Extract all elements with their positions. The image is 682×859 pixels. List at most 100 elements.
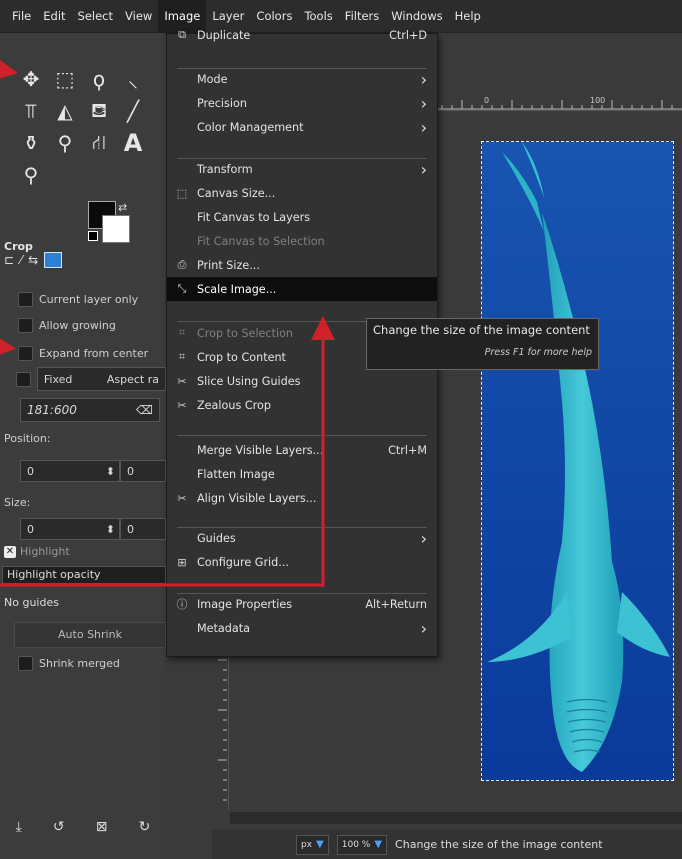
text-tool-icon[interactable]: A	[116, 127, 150, 159]
menu-item-transform[interactable]: Transform ›	[167, 157, 437, 181]
auto-shrink-button[interactable]: Auto Shrink	[14, 622, 166, 648]
menu-item-color-management[interactable]: Color Management ›	[167, 115, 437, 139]
ratio-value: 181:600	[27, 403, 77, 417]
statusbar: px ▼ 100 % ▼ Change the size of the image …	[212, 830, 682, 859]
highlight-option[interactable]: ✕ Highlight	[4, 545, 70, 558]
images-tab-icon[interactable]	[44, 252, 63, 268]
menu-item-fit-canvas-to-selection[interactable]: Fit Canvas to Selection	[167, 229, 437, 253]
menu-item-merge-visible-layers[interactable]: Merge Visible Layers... Ctrl+M	[167, 438, 437, 462]
size-w-field[interactable]: 0 ⬍	[20, 518, 120, 540]
image-canvas[interactable]	[481, 141, 674, 781]
menu-view[interactable]: View	[119, 0, 158, 33]
paintbrush-icon[interactable]: ╱	[116, 95, 150, 127]
menu-item-fit-canvas-to-layers[interactable]: Fit Canvas to Layers	[167, 205, 437, 229]
color-swatches[interactable]: ⇄	[88, 201, 136, 249]
menu-help[interactable]: Help	[449, 0, 487, 33]
spinner-icon[interactable]: ⬍	[106, 523, 115, 536]
menu-item-scale-image[interactable]: ⤡ Scale Image...	[167, 277, 437, 301]
fixed-dropdown[interactable]: Fixed Aspect ra	[36, 367, 166, 391]
shrink-merged-option[interactable]: Shrink merged	[18, 654, 120, 672]
menu-edit[interactable]: Edit	[37, 0, 71, 33]
chevron-down-icon: ▼	[374, 839, 383, 850]
tool-options-tab-icon[interactable]: ⊏	[4, 253, 14, 267]
menu-item-label: Precision	[197, 96, 247, 110]
crop-tool-icon[interactable]: ⫪	[14, 95, 48, 127]
horizontal-scrollbar[interactable]	[230, 812, 682, 824]
menu-item-label: Fit Canvas to Selection	[197, 234, 325, 248]
current-layer-only-option[interactable]: Current layer only	[18, 290, 138, 308]
unit-select[interactable]: px ▼	[296, 834, 329, 855]
delete-icon[interactable]: ⊠	[96, 819, 108, 835]
menu-item-image-properties[interactable]: ⓘ Image Properties Alt+Return	[167, 592, 437, 616]
lasso-icon[interactable]: ϙ	[82, 63, 116, 95]
highlight-checkbox[interactable]: ✕	[4, 545, 16, 558]
menu-item-label: Metadata	[197, 621, 250, 635]
rect-select-icon[interactable]: ⬚	[48, 63, 82, 95]
chevron-down-icon: ▼	[316, 839, 324, 850]
fuzzy-select-icon[interactable]: ⸜	[116, 63, 150, 95]
position-x-field[interactable]: 0 ⬍	[20, 460, 120, 482]
save-preset-icon[interactable]: ⤓	[16, 819, 22, 835]
menu-shortcut: Alt+Return	[365, 597, 427, 611]
ratio-field[interactable]: 181:600 ⌫	[20, 398, 160, 422]
menu-item-align-visible-layers[interactable]: ✂ Align Visible Layers...	[167, 486, 437, 510]
fixed-checkbox[interactable]	[16, 371, 31, 387]
spinner-icon[interactable]: ⬍	[106, 465, 115, 478]
swap-colors-icon[interactable]: ⇄	[118, 201, 127, 214]
canvas-size-icon: ⬚	[176, 186, 188, 200]
position-y-field[interactable]: 0	[120, 460, 166, 482]
checkbox[interactable]	[18, 317, 33, 333]
menu-select[interactable]: Select	[72, 0, 119, 33]
expand-from-center-option[interactable]: Expand from center	[18, 344, 148, 362]
aspect-label: Aspect ra	[106, 372, 159, 386]
restore-icon[interactable]: ↺	[53, 819, 65, 835]
menu-item-zealous-crop[interactable]: ✂ Zealous Crop	[167, 393, 437, 417]
background-color[interactable]	[102, 215, 130, 243]
menu-item-precision[interactable]: Precision ›	[167, 91, 437, 115]
menu-item-mode[interactable]: Mode ›	[167, 67, 437, 91]
zoom-select[interactable]: 100 % ▼	[336, 834, 388, 855]
position-y-value: 0	[127, 464, 134, 478]
device-status-tab-icon[interactable]: ⁄	[20, 253, 22, 267]
menu-item-guides[interactable]: Guides ›	[167, 526, 437, 550]
tools-grid: ✥ ⬚ ϙ ⸜ ⫪ ◭ ⛾ ╱ ⚱ ⚲ ⛙ A ⚲	[14, 63, 164, 191]
tool-options-title: Crop	[4, 240, 33, 253]
option-label: Current layer only	[39, 292, 139, 306]
menu-file[interactable]: File	[6, 0, 37, 33]
move-tool-icon[interactable]: ✥	[14, 63, 48, 95]
zoom-icon[interactable]: ⚲	[14, 159, 48, 191]
menu-item-duplicate[interactable]: ⧉ Duplicate Ctrl+D	[167, 23, 437, 47]
undo-history-tab-icon[interactable]: ⇆	[28, 253, 38, 267]
menu-item-label: Slice Using Guides	[197, 374, 301, 388]
menu-item-slice-using-guides[interactable]: ✂ Slice Using Guides	[167, 369, 437, 393]
menu-item-configure-grid[interactable]: ⊞ Configure Grid...	[167, 550, 437, 574]
size-h-field[interactable]: 0	[120, 518, 166, 540]
clear-icon[interactable]: ⌫	[136, 403, 153, 417]
zoom-value: 100 %	[341, 839, 371, 850]
menu-item-label: Guides	[197, 531, 236, 545]
checkbox[interactable]	[18, 345, 33, 361]
bucket-fill-icon[interactable]: ⛾	[82, 95, 116, 127]
menu-item-label: Align Visible Layers...	[197, 491, 317, 505]
highlight-opacity-slider[interactable]: Highlight opacity	[2, 566, 166, 584]
checkbox[interactable]	[18, 655, 33, 671]
checkbox[interactable]	[18, 291, 33, 307]
print-size-icon: ⎙	[177, 258, 187, 271]
guides-dropdown[interactable]: No guides	[2, 592, 168, 614]
menu-item-print-size[interactable]: ⎙ Print Size...	[167, 253, 437, 277]
chevron-right-icon: ›	[420, 159, 427, 179]
menu-item-label: Flatten Image	[197, 467, 275, 481]
reset-icon[interactable]: ↻	[139, 819, 151, 835]
menu-item-flatten-image[interactable]: Flatten Image	[167, 462, 437, 486]
reset-colors-icon[interactable]	[88, 231, 98, 241]
menu-item-label: Fit Canvas to Layers	[197, 210, 311, 224]
unified-transform-icon[interactable]: ◭	[48, 95, 82, 127]
allow-growing-option[interactable]: Allow growing	[18, 316, 116, 334]
menu-item-canvas-size[interactable]: ⬚ Canvas Size...	[167, 181, 437, 205]
smudge-icon[interactable]: ⚲	[48, 127, 82, 159]
menu-item-label: Color Management	[197, 120, 304, 134]
clone-icon[interactable]: ⚱	[14, 127, 48, 159]
tooltip-title: Change the size of the image content	[373, 323, 590, 337]
paths-icon[interactable]: ⛙	[82, 127, 116, 159]
menu-item-metadata[interactable]: Metadata ›	[167, 616, 437, 640]
